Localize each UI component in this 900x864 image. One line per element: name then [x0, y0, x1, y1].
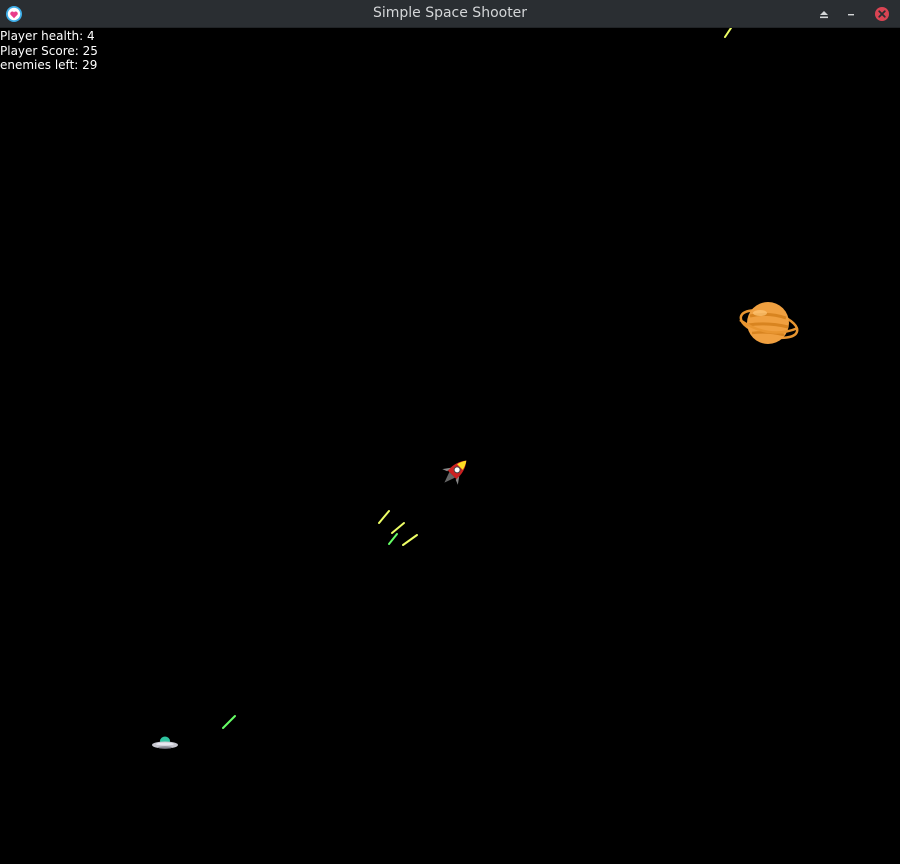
hud: Player health: 4 Player Score: 25 enemie…: [0, 29, 98, 73]
close-icon[interactable]: [873, 5, 891, 23]
enemies-left-text: enemies left: 29: [0, 58, 98, 72]
planet: [739, 302, 799, 344]
app-heart-icon: [6, 6, 22, 22]
keep-above-icon[interactable]: [815, 5, 833, 23]
player-health-text: Player health: 4: [0, 29, 95, 43]
laser-bolt: [388, 533, 398, 545]
laser-bolt: [222, 715, 236, 729]
title-bar[interactable]: Simple Space Shooter: [0, 0, 900, 28]
player-ship[interactable]: [436, 454, 474, 490]
game-canvas[interactable]: Player health: 4 Player Score: 25 enemie…: [0, 28, 900, 864]
player-score-text: Player Score: 25: [0, 43, 98, 58]
laser-bolt: [402, 534, 418, 546]
game-window: Simple Space Shooter Player health: 4 Pl…: [0, 0, 900, 864]
minimize-icon[interactable]: [842, 5, 860, 23]
window-title: Simple Space Shooter: [372, 5, 528, 21]
enemy-ufo[interactable]: [151, 735, 179, 751]
laser-bolt: [724, 28, 732, 38]
